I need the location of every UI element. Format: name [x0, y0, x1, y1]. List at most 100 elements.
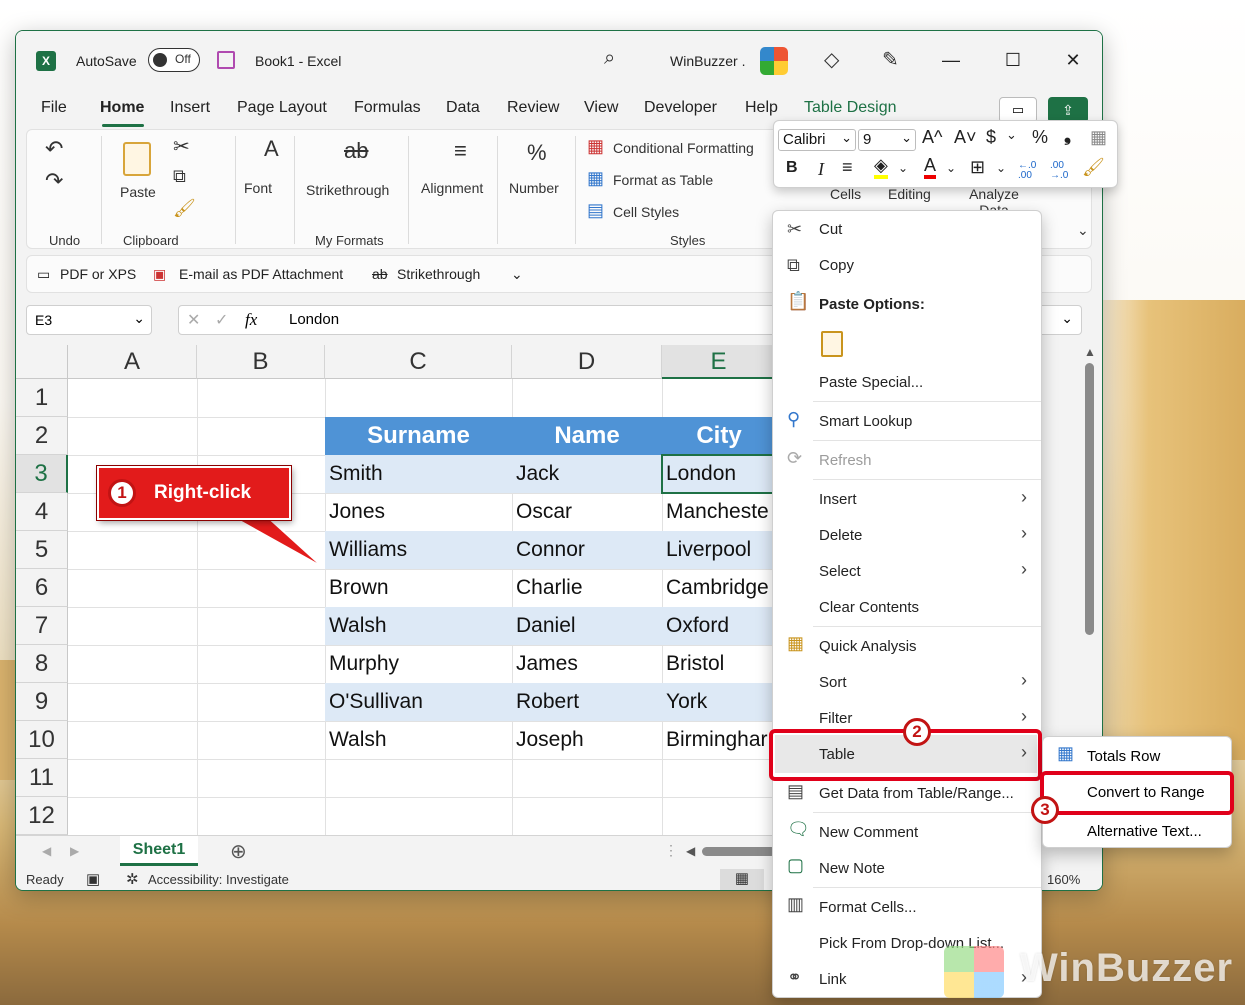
sheet-tab-sheet1[interactable]: Sheet1 [120, 836, 198, 866]
row-header[interactable]: 10 [16, 721, 68, 759]
table-cell[interactable]: Liverpool [662, 531, 776, 569]
row-header[interactable]: 9 [16, 683, 68, 721]
paste-option-icon[interactable] [821, 331, 843, 357]
confirm-entry-icon[interactable]: ✓ [215, 310, 228, 330]
merge-icon[interactable]: ▦ [1090, 127, 1107, 148]
formula-input[interactable]: London [289, 311, 339, 328]
currency-button[interactable]: $ [986, 127, 996, 148]
accessibility-status[interactable]: Accessibility: Investigate [148, 872, 289, 887]
menu-item-clear-contents[interactable]: Clear Contents [819, 599, 919, 616]
table-cell[interactable]: Walsh [325, 721, 512, 759]
table-cell[interactable]: Daniel [512, 607, 662, 645]
strikethrough-qat-button[interactable]: Strikethrough [397, 266, 480, 282]
menu-item-totals-row[interactable]: Totals Row [1087, 748, 1160, 765]
table-cell[interactable]: Bristol [662, 645, 776, 683]
fill-color-icon[interactable]: ◈ [874, 155, 888, 179]
pdf-xps-button[interactable]: PDF or XPS [60, 266, 136, 282]
row-header[interactable]: 12 [16, 797, 68, 835]
row-header[interactable]: 6 [16, 569, 68, 607]
decrease-font-icon[interactable]: A˅ [954, 127, 977, 148]
number-button[interactable]: Number [509, 180, 559, 196]
table-header-cell[interactable]: Surname [325, 417, 512, 455]
menu-item-insert[interactable]: Insert [819, 491, 857, 508]
table-cell[interactable]: Joseph [512, 721, 662, 759]
strikethrough-icon[interactable]: ab [344, 138, 368, 164]
table-cell[interactable]: Brown [325, 569, 512, 607]
menu-item-link[interactable]: Link [819, 971, 847, 988]
menu-item-get-data[interactable]: Get Data from Table/Range... [819, 785, 1014, 802]
insert-function-icon[interactable]: fx [245, 310, 257, 330]
percent-button[interactable]: % [1032, 127, 1048, 148]
tab-insert[interactable]: Insert [170, 99, 210, 117]
tab-splitter[interactable]: ⋮ [664, 842, 678, 859]
comma-button[interactable]: ❟ [1064, 125, 1071, 146]
table-header-cell[interactable]: Name [512, 417, 662, 455]
borders-icon[interactable]: ⊞ [970, 157, 985, 178]
table-cell[interactable]: Murphy [325, 645, 512, 683]
row-header[interactable]: 1 [16, 379, 68, 417]
name-box[interactable]: E3 ⌄ [26, 305, 152, 335]
chevron-down-icon[interactable]: ⌄ [946, 161, 956, 175]
minimize-button[interactable]: — [936, 45, 966, 75]
ribbon-collapse-icon[interactable]: ⌄ [1077, 222, 1089, 239]
cell-styles-button[interactable]: Cell Styles [613, 204, 679, 220]
table-cell[interactable]: Mancheste [662, 493, 776, 531]
row-header[interactable]: 8 [16, 645, 68, 683]
increase-font-icon[interactable]: A^ [922, 127, 942, 148]
strikethrough-button[interactable]: Strikethrough [306, 182, 389, 198]
format-painter-icon[interactable]: 🖌 [173, 198, 196, 219]
undo-icon[interactable]: ↶ [45, 136, 63, 162]
scroll-up-icon[interactable]: ▲ [1084, 345, 1096, 359]
row-header[interactable]: 2 [16, 417, 68, 455]
table-cell[interactable]: Connor [512, 531, 662, 569]
worksheet-grid[interactable]: A B C D E 1 2 3 4 5 6 7 8 9 10 11 12 Sur… [16, 345, 778, 835]
row-header[interactable]: 3 [16, 455, 68, 493]
increase-decimal-button[interactable]: ←.0 .00 [1018, 161, 1044, 181]
row-header[interactable]: 4 [16, 493, 68, 531]
table-cell[interactable]: Cambridge [662, 569, 776, 607]
tab-review[interactable]: Review [507, 99, 559, 117]
format-as-table-button[interactable]: Format as Table [613, 172, 713, 188]
close-button[interactable]: ✕ [1058, 45, 1088, 75]
menu-item-copy[interactable]: Copy [819, 257, 854, 274]
add-sheet-icon[interactable]: ⊕ [230, 839, 247, 864]
chevron-down-icon[interactable]: ⌄ [996, 161, 1006, 175]
menu-item-delete[interactable]: Delete [819, 527, 862, 544]
tab-home[interactable]: Home [100, 99, 144, 117]
prev-sheet-icon[interactable]: ◀ [42, 844, 51, 858]
cells-button[interactable]: Cells [830, 186, 861, 202]
diamond-icon[interactable]: ◇ [824, 47, 839, 72]
alignment-icon[interactable]: ≡ [454, 138, 467, 164]
conditional-formatting-icon[interactable]: ▦ [587, 136, 604, 157]
table-cell[interactable]: Birminghar [662, 721, 776, 759]
menu-item-new-comment[interactable]: New Comment [819, 824, 918, 841]
font-icon[interactable]: A [264, 136, 279, 162]
normal-view-icon[interactable]: ▦ [720, 869, 764, 890]
table-cell[interactable]: Jack [512, 455, 662, 493]
pen-icon[interactable]: ✎ [882, 47, 899, 72]
menu-item-select[interactable]: Select [819, 563, 861, 580]
menu-item-filter[interactable]: Filter [819, 710, 852, 727]
menu-item-smart-lookup[interactable]: Smart Lookup [819, 413, 912, 430]
column-header[interactable]: B [197, 345, 325, 379]
maximize-button[interactable]: ☐ [998, 45, 1028, 75]
menu-item-paste-special[interactable]: Paste Special... [819, 374, 923, 391]
save-icon[interactable] [217, 51, 235, 69]
chevron-down-icon[interactable]: ⌄ [1006, 127, 1017, 143]
editing-button[interactable]: Editing [888, 186, 931, 202]
tab-data[interactable]: Data [446, 99, 480, 117]
tab-developer[interactable]: Developer [644, 99, 717, 117]
tab-view[interactable]: View [584, 99, 618, 117]
column-header[interactable]: C [325, 345, 512, 379]
conditional-formatting-button[interactable]: Conditional Formatting [613, 140, 754, 156]
bold-button[interactable]: B [786, 159, 798, 177]
menu-item-format-cells[interactable]: Format Cells... [819, 899, 917, 916]
table-cell[interactable]: Charlie [512, 569, 662, 607]
table-cell[interactable]: Oxford [662, 607, 776, 645]
alignment-button[interactable]: Alignment [421, 180, 483, 196]
menu-item-alternative-text[interactable]: Alternative Text... [1087, 823, 1202, 840]
chevron-down-icon[interactable]: ⌄ [133, 310, 145, 327]
column-header[interactable]: D [512, 345, 662, 379]
font-name-select[interactable]: Calibri ⌄ [778, 129, 856, 151]
number-icon[interactable]: % [527, 140, 547, 166]
